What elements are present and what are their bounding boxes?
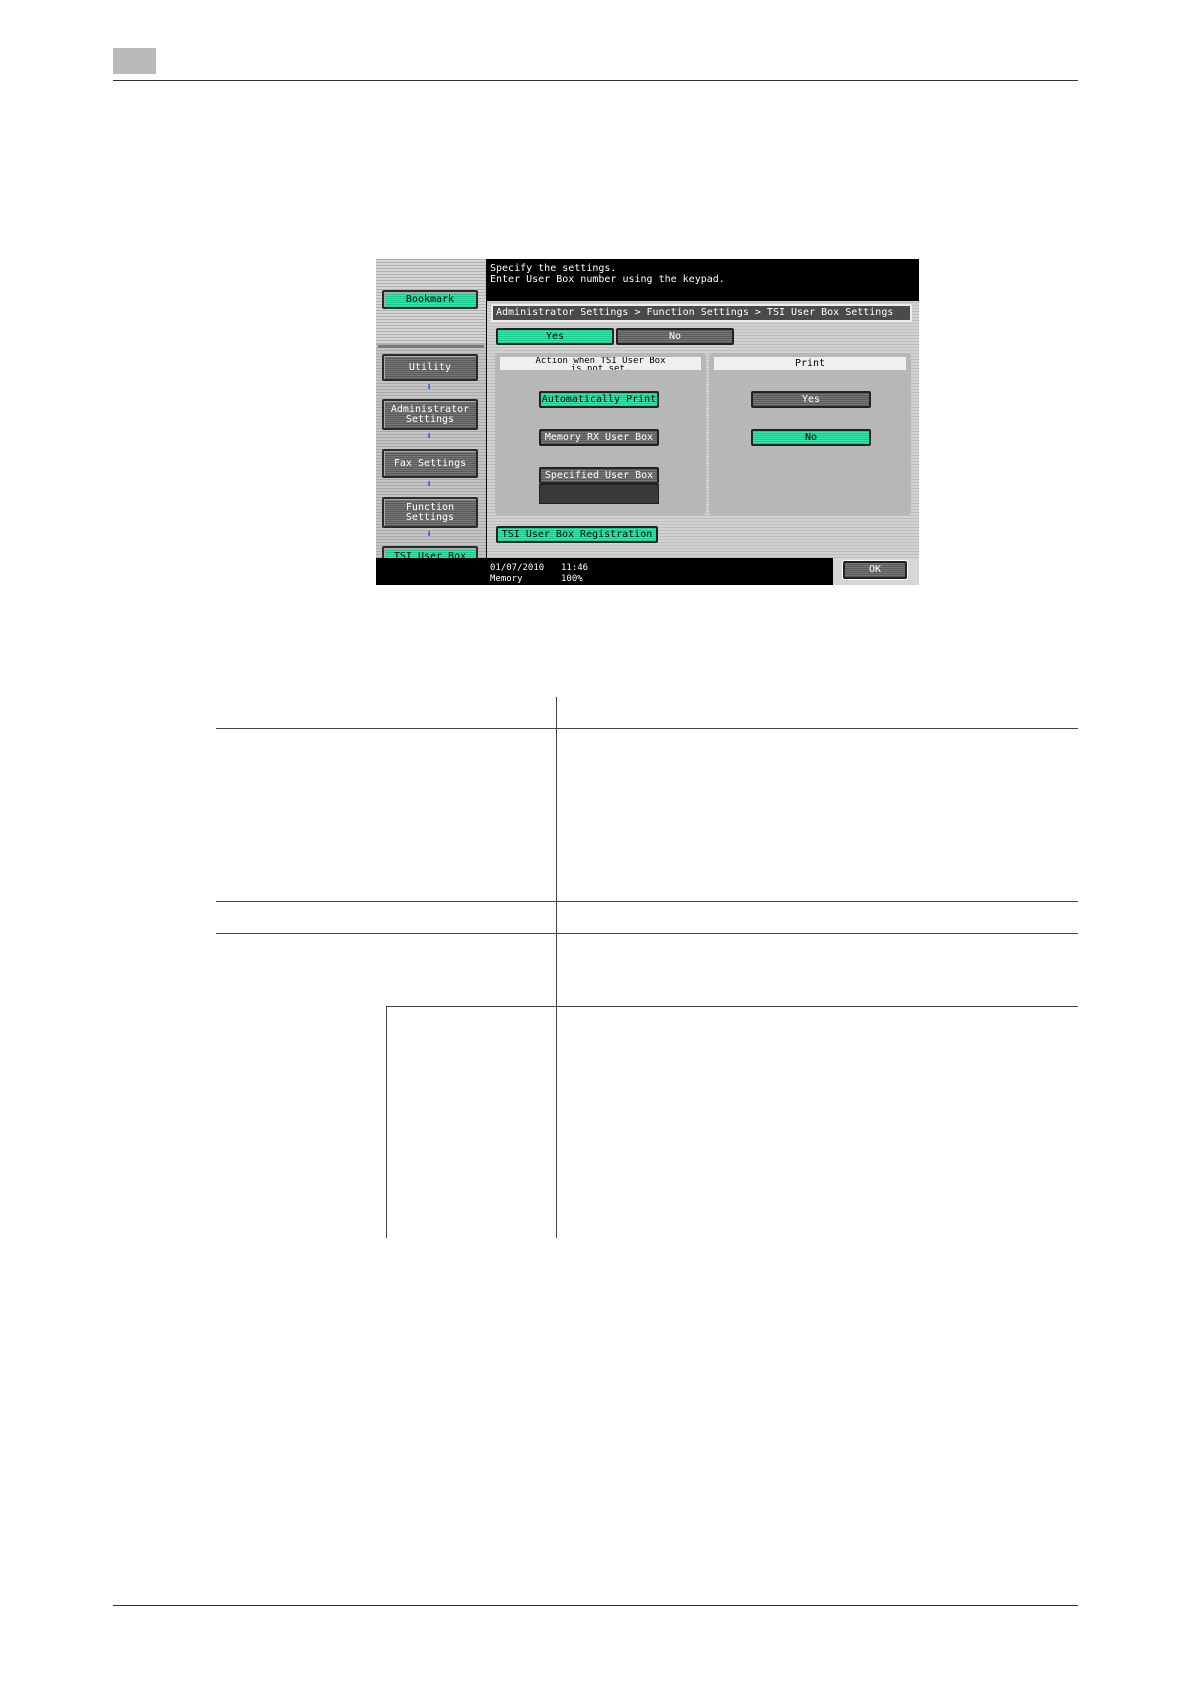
status-memory-value: 100%	[561, 574, 583, 584]
action-panel: Action when TSI User Box is not set. Aut…	[495, 353, 706, 515]
specified-user-box-button[interactable]: Specified User Box	[539, 467, 659, 484]
bookmark-button[interactable]: Bookmark	[382, 290, 478, 309]
status-time: 11:46	[561, 563, 589, 573]
down-arrow-icon: ⬇	[426, 529, 433, 540]
print-panel: Print Yes No	[709, 353, 911, 515]
chapter-tab	[113, 48, 156, 74]
print-panel-header: Print	[714, 357, 906, 370]
device-screen: Bookmark Utility ⬇ Administrator Setting…	[376, 259, 919, 585]
status-date: 01/07/2010	[490, 563, 545, 573]
ok-button[interactable]: OK	[843, 561, 907, 579]
table-row-rule	[216, 933, 1078, 934]
specified-user-box-field[interactable]	[539, 484, 659, 504]
tsi-user-box-registration-button[interactable]: TSI User Box Registration	[496, 526, 658, 543]
yes-toggle-button[interactable]: Yes	[496, 328, 614, 345]
table-column-divider	[556, 697, 557, 1238]
table-subrow-rule	[386, 1006, 1078, 1007]
sidebar-item-administrator-settings[interactable]: Administrator Settings	[382, 399, 478, 430]
sidebar: Bookmark Utility ⬇ Administrator Setting…	[376, 259, 486, 585]
automatically-print-button[interactable]: Automatically Print	[539, 391, 659, 408]
sidebar-item-function-settings[interactable]: Function Settings	[382, 497, 478, 528]
status-memory-label: Memory	[490, 574, 523, 584]
instruction-message: Specify the settings. Enter User Box num…	[490, 263, 725, 285]
sidebar-item-fax-settings[interactable]: Fax Settings	[382, 449, 478, 478]
sidebar-item-utility[interactable]: Utility	[382, 354, 478, 381]
memory-rx-user-box-button[interactable]: Memory RX User Box	[539, 429, 659, 446]
footer-rule	[113, 1605, 1078, 1606]
print-no-button[interactable]: No	[751, 429, 871, 446]
table-header-rule	[216, 728, 1078, 729]
down-arrow-icon: ⬇	[426, 479, 433, 490]
header-rule	[113, 80, 1078, 81]
settings-area: Administrator Settings > Function Settin…	[487, 301, 919, 558]
down-arrow-icon: ⬇	[426, 431, 433, 442]
sidebar-divider	[378, 345, 484, 348]
action-panel-header: Action when TSI User Box is not set.	[500, 357, 701, 370]
print-yes-button[interactable]: Yes	[751, 391, 871, 408]
down-arrow-icon: ⬇	[426, 382, 433, 393]
ok-area: OK	[833, 558, 919, 585]
breadcrumb: Administrator Settings > Function Settin…	[491, 304, 912, 322]
table-row-rule	[216, 901, 1078, 902]
table-subcolumn-divider	[386, 1006, 387, 1238]
no-toggle-button[interactable]: No	[616, 328, 734, 345]
